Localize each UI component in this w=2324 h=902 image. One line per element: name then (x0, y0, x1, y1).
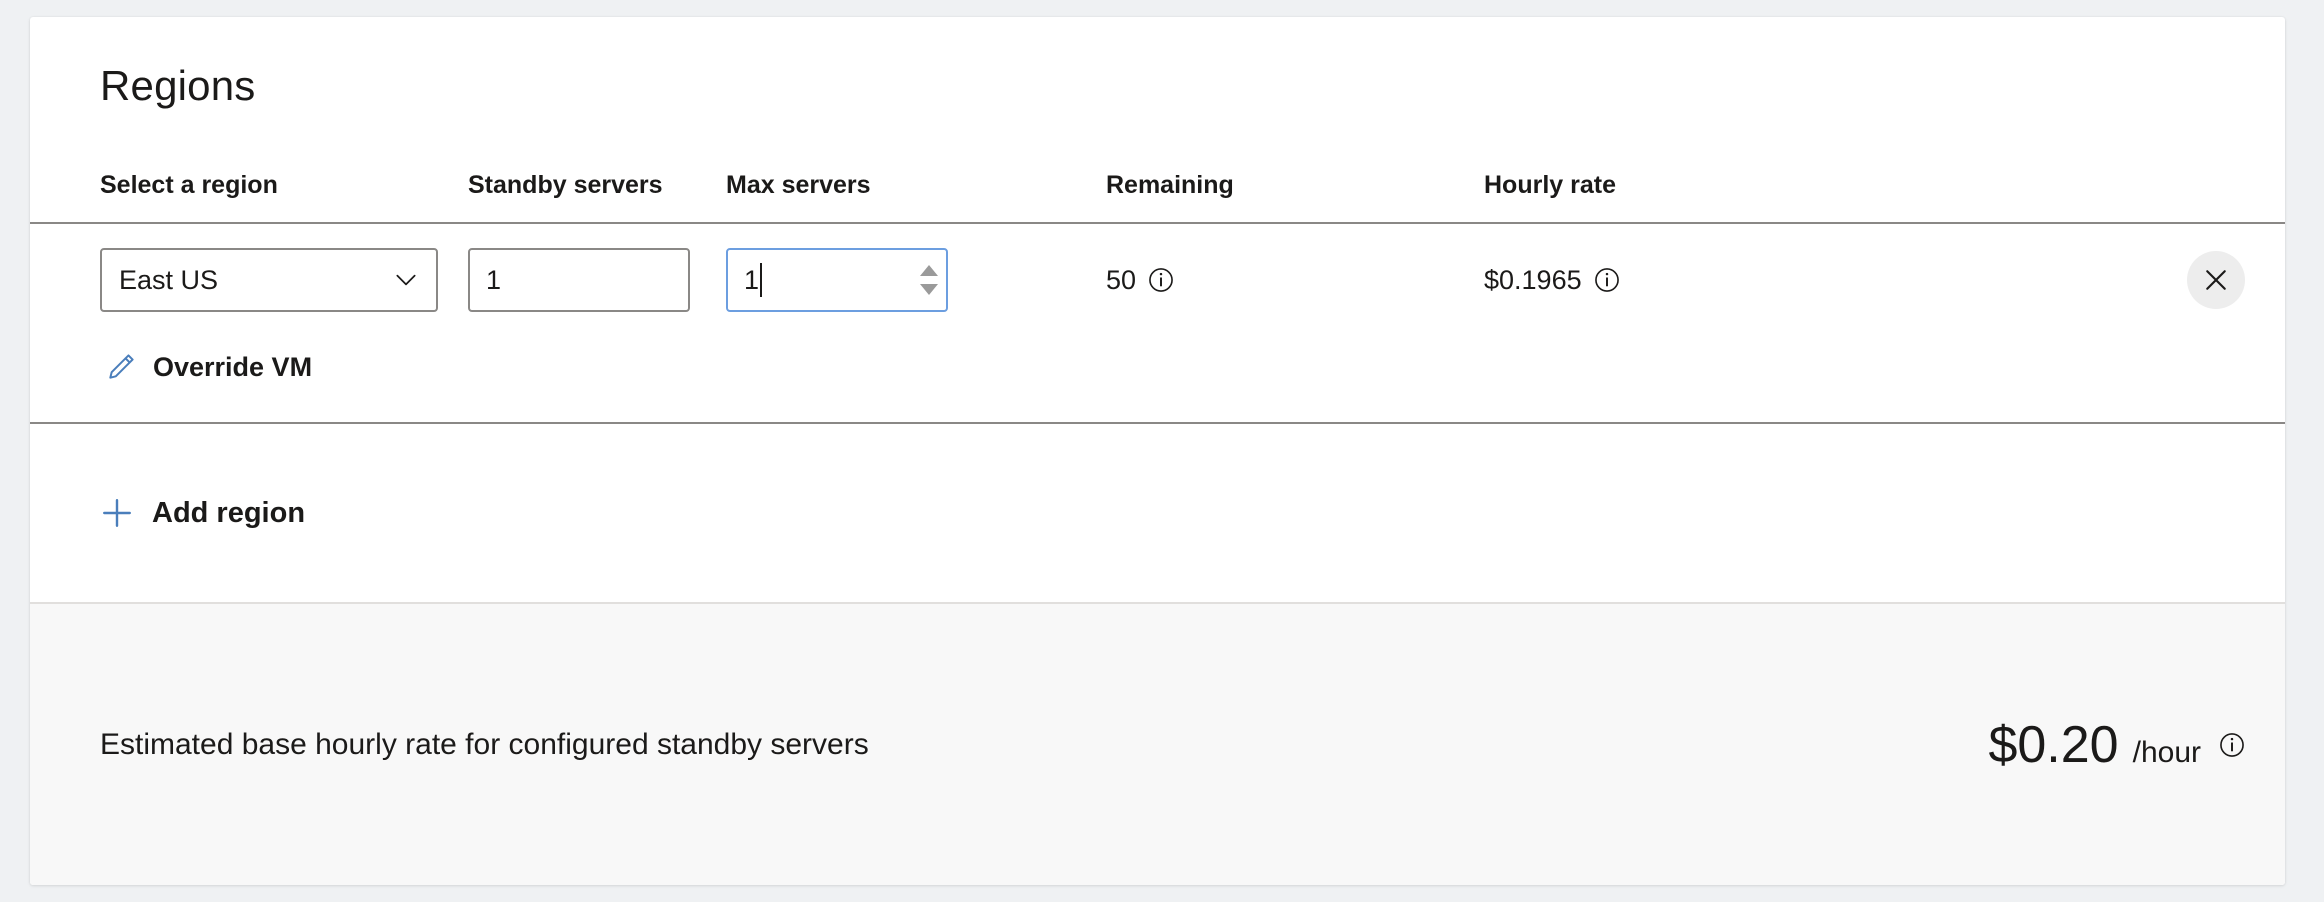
add-region-section: Add region (30, 424, 2285, 602)
regions-card: Regions Select a region Standby servers … (30, 17, 2285, 885)
hourly-rate-cell: $0.1965 (1484, 264, 1914, 295)
override-vm-label: Override VM (153, 351, 313, 382)
remove-region-button[interactable] (2187, 251, 2245, 309)
add-region-label: Add region (152, 496, 306, 529)
hourly-rate-value: $0.1965 (1484, 264, 1582, 295)
estimate-footer: Estimated base hourly rate for configure… (30, 604, 2285, 885)
region-select[interactable]: East US (100, 248, 438, 312)
plus-icon (103, 499, 131, 527)
chevron-down-icon (396, 274, 416, 286)
estimate-label: Estimated base hourly rate for configure… (100, 727, 869, 761)
column-header-hourly-rate: Hourly rate (1484, 171, 1616, 199)
spinner-up-icon[interactable] (920, 265, 938, 276)
info-icon[interactable] (1594, 267, 1620, 293)
spinner-buttons (920, 265, 938, 295)
text-caret (760, 263, 763, 297)
page-title: Regions (100, 62, 256, 109)
max-servers-cell: 1 (726, 248, 1106, 312)
info-icon[interactable] (1148, 267, 1174, 293)
estimate-price-wrap: $0.20 /hour (1988, 719, 2245, 771)
column-header-standby-servers: Standby servers (468, 171, 663, 199)
override-vm-button[interactable]: Override VM (100, 336, 312, 398)
max-servers-value: 1 (744, 264, 760, 295)
column-header-max-servers: Max servers (726, 171, 871, 199)
region-select-value: East US (119, 264, 219, 295)
remaining-value: 50 (1106, 264, 1137, 295)
add-region-button[interactable]: Add region (100, 496, 305, 530)
pencil-icon (109, 354, 134, 379)
estimate-unit: /hour (2132, 735, 2201, 769)
column-header-remaining: Remaining (1106, 171, 1234, 199)
standby-servers-cell (468, 248, 726, 312)
standby-servers-input[interactable] (468, 248, 690, 312)
table-row: East US 1 1 50 $0.1965 (100, 224, 2245, 336)
max-servers-stepper[interactable]: 1 (726, 248, 948, 312)
region-rows: East US 1 1 50 $0.1965 Override VM (30, 224, 2285, 398)
remove-region-cell (1914, 251, 2245, 309)
remaining-cell: 50 (1106, 264, 1484, 295)
hourly-rate-value-wrap: $0.1965 (1484, 264, 1914, 295)
region-cell: East US (100, 248, 468, 312)
info-icon[interactable] (2219, 732, 2245, 758)
max-servers-input[interactable]: 1 (726, 248, 948, 312)
remaining-value-wrap: 50 (1106, 264, 1484, 295)
close-icon (2206, 270, 2226, 290)
column-header-select-a-region: Select a region (100, 171, 278, 199)
table-header-row: Select a region Standby servers Max serv… (30, 156, 2285, 198)
spinner-down-icon[interactable] (920, 284, 938, 295)
estimate-price: $0.20 (1988, 715, 2119, 774)
